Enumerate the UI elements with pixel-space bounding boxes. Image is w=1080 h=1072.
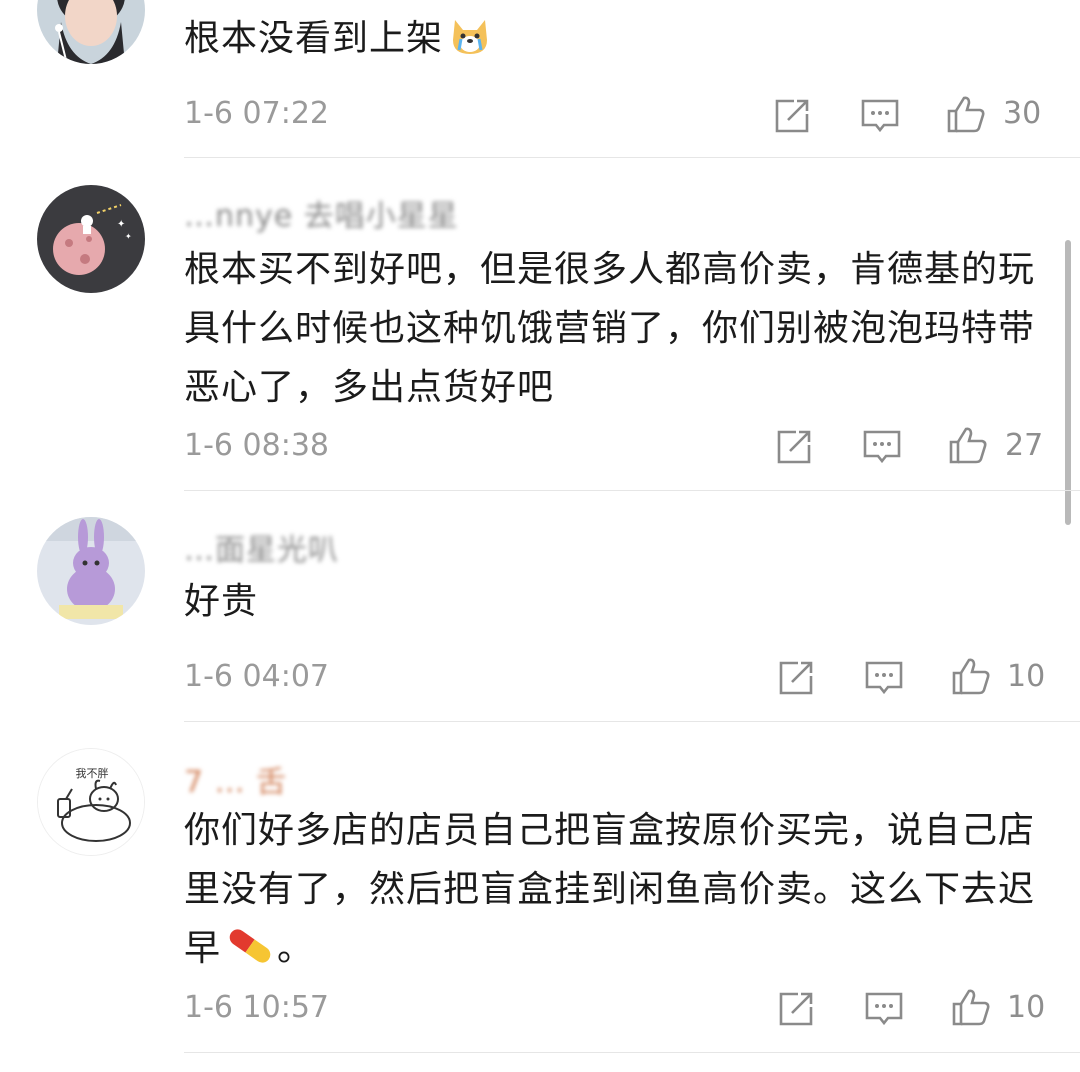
comment-text-content: 根本没看到上架 xyxy=(184,18,444,59)
avatar-caption: 我不胖 xyxy=(76,767,109,780)
like-count: 27 xyxy=(1005,428,1044,463)
avatar[interactable] xyxy=(37,517,145,625)
comment-icon[interactable] xyxy=(864,658,904,698)
comment-text: 你们好多店的店员自己把盲盒按原价买完，说自己店里没有了，然后把盲盒挂到闲鱼高价卖… xyxy=(184,801,1044,986)
like-count: 10 xyxy=(1007,990,1046,1025)
svg-text:✦: ✦ xyxy=(125,232,132,241)
like-icon[interactable] xyxy=(946,94,986,134)
divider xyxy=(184,490,1080,491)
comment-text-end: 。 xyxy=(277,928,315,969)
like-icon[interactable] xyxy=(951,987,991,1027)
comment-username[interactable]: 7 … 舌 xyxy=(184,757,287,801)
comment-text: 根本买不到好吧，但是很多人都高价卖，肯德基的玩具什么时候也这种饥饿营销了，你们别… xyxy=(184,249,1036,408)
divider xyxy=(184,721,1080,722)
svg-text:✦: ✦ xyxy=(117,219,125,230)
comment-time: 1-6 10:57 xyxy=(184,990,329,1025)
comment-text: 好贵 xyxy=(184,581,259,622)
like-count: 10 xyxy=(1007,659,1046,694)
crying-dog-emoji-icon xyxy=(447,12,493,76)
share-icon[interactable] xyxy=(776,989,816,1029)
share-icon[interactable] xyxy=(776,658,816,698)
scrollbar[interactable] xyxy=(1065,240,1071,525)
pill-emoji-icon xyxy=(225,924,275,986)
avatar[interactable] xyxy=(37,0,145,64)
avatar[interactable]: ✦ ✦ xyxy=(37,185,145,293)
comment-time: 1-6 07:22 xyxy=(184,96,329,131)
comment-time: 1-6 04:07 xyxy=(184,659,329,694)
comment-icon[interactable] xyxy=(864,989,904,1029)
like-icon[interactable] xyxy=(948,425,988,465)
comment-time: 1-6 08:38 xyxy=(184,428,329,463)
share-icon[interactable] xyxy=(772,96,812,136)
comment-text: 根本没看到上架 xyxy=(184,9,1044,76)
divider xyxy=(184,157,1080,158)
like-count: 30 xyxy=(1003,96,1042,131)
divider xyxy=(184,1052,1080,1053)
like-icon[interactable] xyxy=(951,656,991,696)
comment-username[interactable]: …面星光叭 xyxy=(184,525,339,569)
comment-icon[interactable] xyxy=(860,96,900,136)
comment-username[interactable]: …nnye 去唱小星星 xyxy=(184,191,459,235)
share-icon[interactable] xyxy=(774,427,814,467)
avatar[interactable]: 我不胖 xyxy=(37,748,145,856)
comment-icon[interactable] xyxy=(862,427,902,467)
